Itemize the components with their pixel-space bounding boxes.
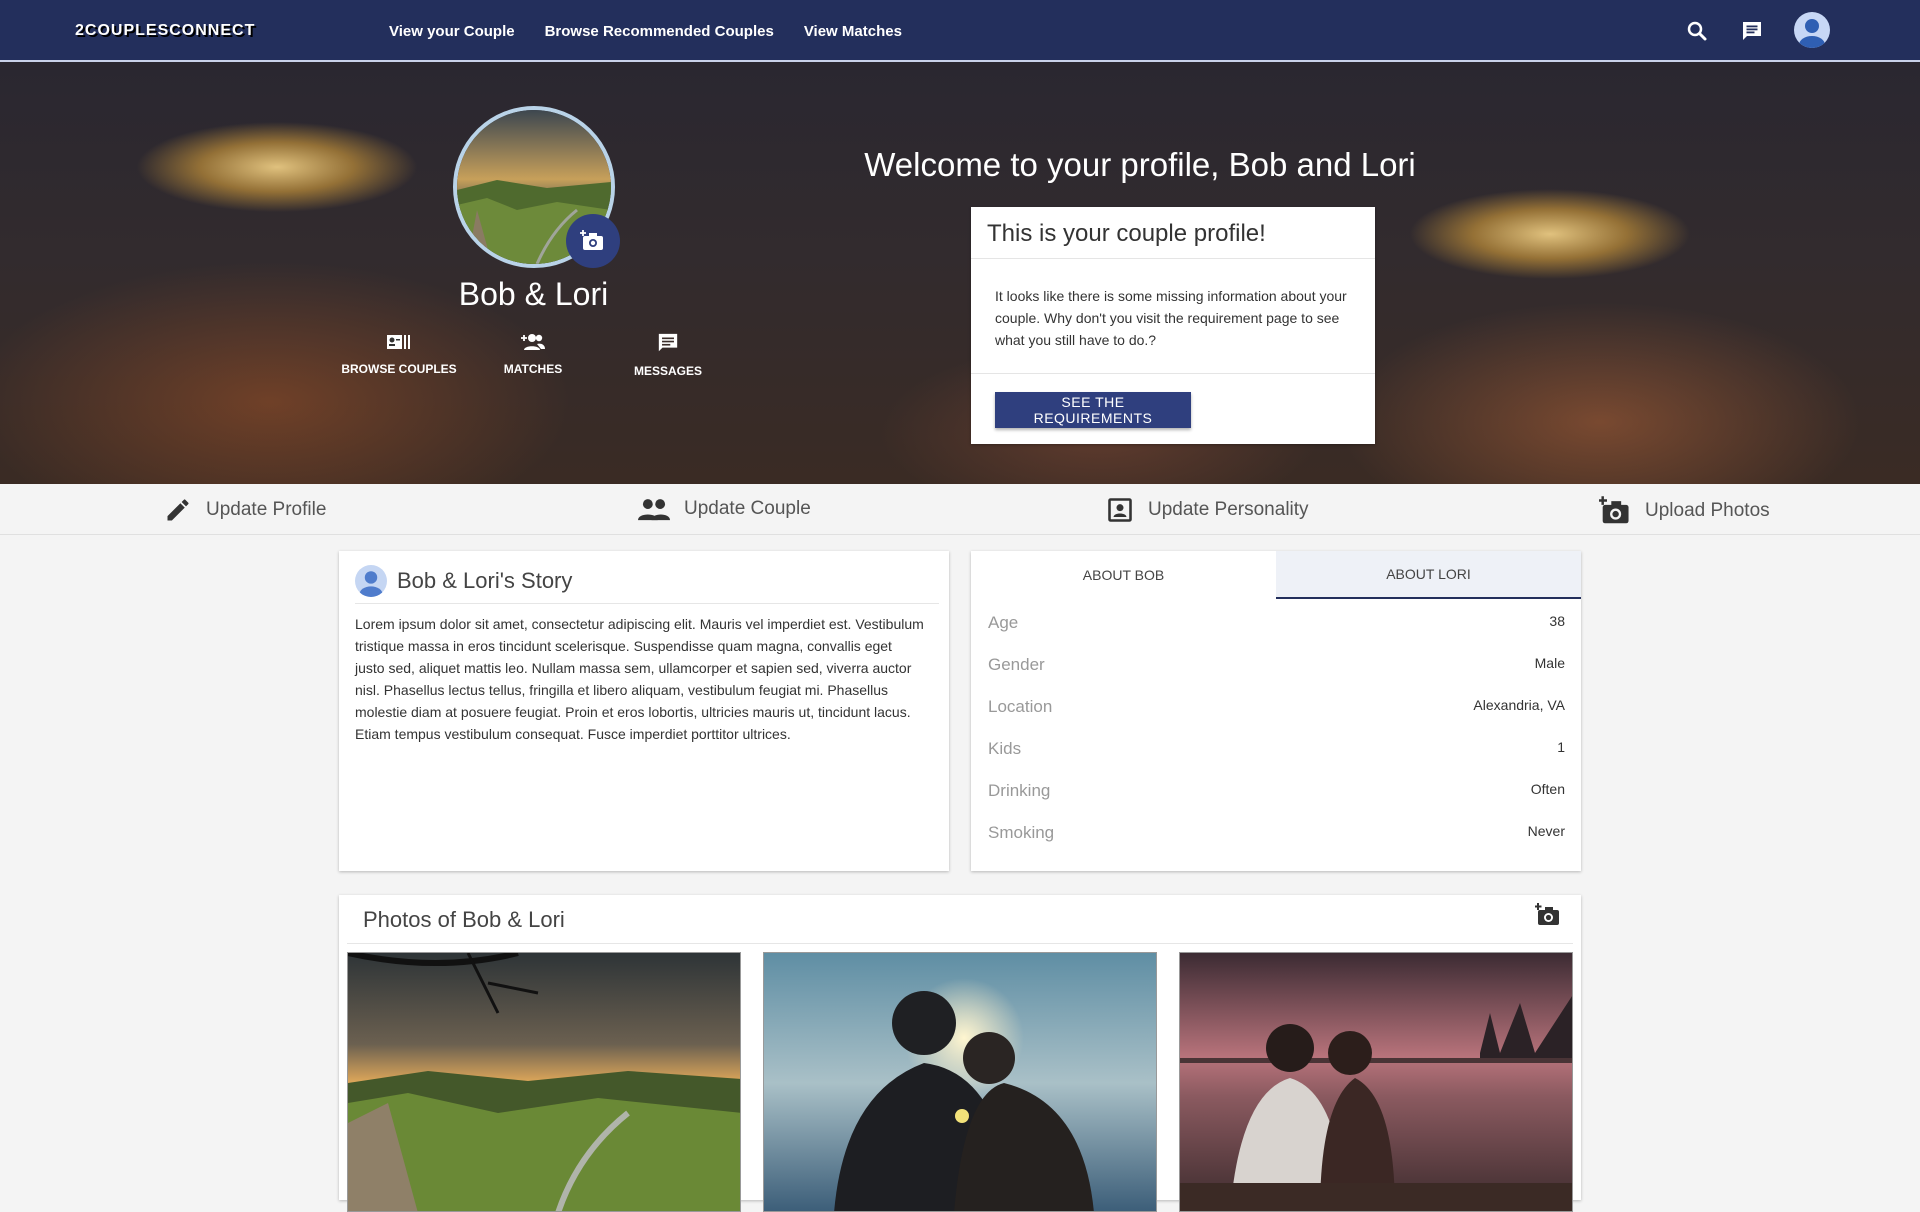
about-row-gender: Gender Male (988, 643, 1565, 685)
profile-status-card: This is your couple profile! It looks li… (971, 207, 1375, 444)
photos-card: Photos of Bob & Lori (339, 895, 1581, 1212)
about-card: ABOUT BOB ABOUT LORI Age 38 Gender Male … (971, 551, 1581, 871)
update-profile-label: Update Profile (206, 499, 327, 520)
update-personality-label: Update Personality (1148, 499, 1309, 520)
photo-landscape[interactable] (347, 952, 741, 1212)
top-nav: 2COUPLESCONNECT View your Couple Browse … (0, 0, 1920, 62)
about-label: Kids (988, 739, 1022, 758)
add-people-icon (521, 334, 545, 350)
add-photo-icon[interactable] (1535, 903, 1561, 927)
messages-link[interactable]: MESSAGES (598, 332, 738, 380)
update-couple-action[interactable]: Update Couple (638, 496, 811, 522)
avatar (355, 565, 387, 597)
nav-links: View your Couple Browse Recommended Coup… (389, 23, 902, 40)
matches-link[interactable]: MATCHES (463, 332, 603, 378)
about-value: 38 (1549, 613, 1565, 629)
pencil-icon (167, 499, 189, 521)
upload-photos-label: Upload Photos (1645, 500, 1770, 521)
about-value: Often (1530, 781, 1565, 797)
tab-about-bob[interactable]: ABOUT BOB (971, 551, 1276, 599)
profile-action-bar: Update Profile Update Couple Update Pers… (0, 484, 1920, 535)
update-profile-action[interactable]: Update Profile (164, 496, 326, 524)
matches-label: MATCHES (503, 362, 563, 376)
about-label: Gender (988, 655, 1045, 674)
upload-photos-action[interactable]: Upload Photos (1599, 496, 1770, 526)
people-icon (638, 499, 670, 521)
landscape-image (348, 953, 740, 1211)
message-icon (658, 333, 678, 352)
about-row-location: Location Alexandria, VA (988, 685, 1565, 727)
nav-link-browse-couples[interactable]: Browse Recommended Couples (545, 23, 774, 40)
account-avatar[interactable] (1794, 12, 1830, 48)
couple-name: Bob & Lori (458, 276, 609, 312)
photo-couple-lake[interactable] (1179, 952, 1573, 1212)
user-icon (359, 571, 383, 597)
card-body: It looks like there is some missing info… (971, 259, 1375, 374)
story-text: Lorem ipsum dolor sit amet, consectetur … (355, 616, 924, 742)
about-label: Age (988, 613, 1019, 632)
photos-title: Photos of Bob & Lori (363, 907, 565, 932)
about-value: Male (1534, 655, 1565, 671)
add-photo-icon (1599, 496, 1629, 524)
brand-logo[interactable]: 2COUPLESCONNECT (75, 22, 255, 40)
hero-banner: Bob & Lori BROWSE COUPLES MATCHES MESSAG… (0, 62, 1920, 484)
update-personality-action[interactable]: Update Personality (1106, 496, 1309, 524)
chat-icon[interactable] (1740, 19, 1764, 43)
story-title: Bob & Lori's Story (397, 568, 573, 593)
about-row-drinking: Drinking Often (988, 769, 1565, 811)
browse-couples-label: BROWSE COUPLES (341, 362, 457, 376)
photo-couple-sunset[interactable] (763, 952, 1157, 1212)
see-requirements-button[interactable]: SEE THE REQUIREMENTS (995, 392, 1191, 428)
search-icon[interactable] (1685, 19, 1709, 43)
change-photo-button[interactable] (566, 214, 620, 268)
nav-link-view-couple[interactable]: View your Couple (389, 23, 515, 40)
story-card: Bob & Lori's Story Lorem ipsum dolor sit… (339, 551, 949, 871)
story-header: Bob & Lori's Story (355, 559, 939, 604)
tab-about-lori[interactable]: ABOUT LORI (1276, 551, 1581, 599)
messages-label: MESSAGES (633, 364, 702, 378)
user-icon (1799, 19, 1825, 48)
nav-link-view-matches[interactable]: View Matches (804, 23, 902, 40)
couple-silhouette-image (764, 953, 1156, 1211)
about-label: Location (988, 697, 1053, 716)
couple-lake-image (1180, 953, 1572, 1211)
about-label: Drinking (988, 781, 1051, 800)
welcome-heading: Welcome to your profile, Bob and Lori (864, 146, 1416, 183)
add-photo-icon (580, 230, 603, 250)
about-row-kids: Kids 1 (988, 727, 1565, 769)
about-value: Alexandria, VA (1473, 697, 1565, 713)
browse-couples-icon (387, 335, 410, 349)
browse-couples-link[interactable]: BROWSE COUPLES (329, 332, 469, 378)
about-label: Smoking (988, 823, 1055, 842)
about-value: 1 (1557, 739, 1565, 755)
about-row-age: Age 38 (988, 601, 1565, 643)
update-couple-label: Update Couple (684, 498, 811, 519)
about-row-smoking: Smoking Never (988, 811, 1565, 853)
about-value: Never (1527, 823, 1565, 839)
card-title: This is your couple profile! (971, 207, 1375, 259)
photos-header: Photos of Bob & Lori (347, 895, 1573, 944)
portrait-icon (1108, 498, 1132, 522)
